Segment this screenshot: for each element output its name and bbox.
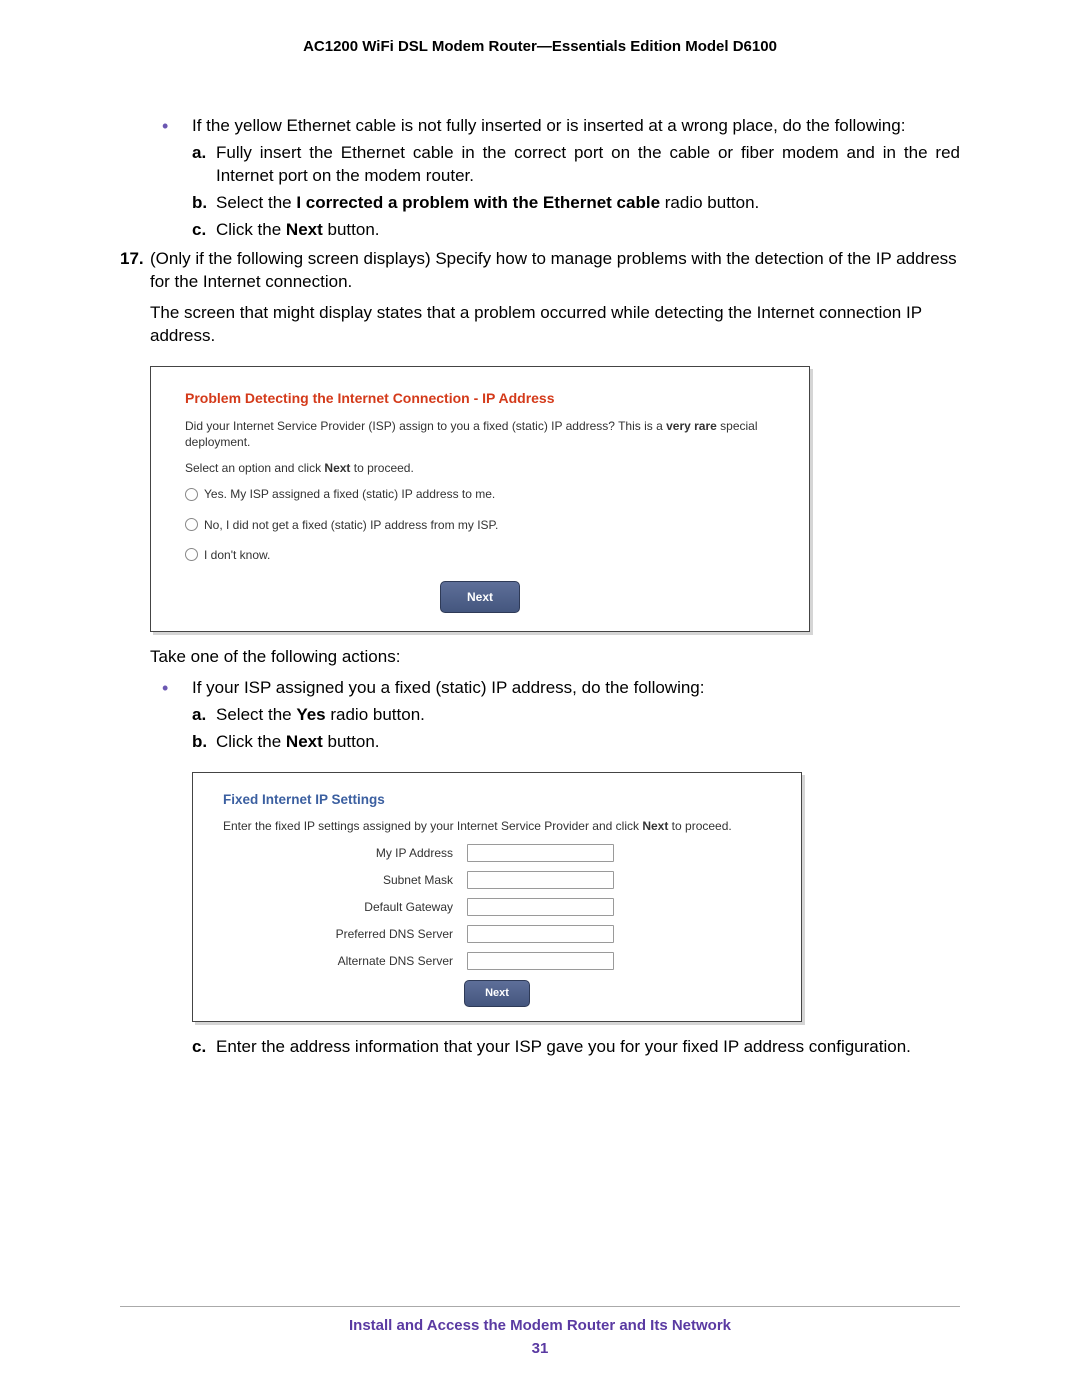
radio-icon [185, 548, 198, 561]
screenshot-ip-problem: Problem Detecting the Internet Connectio… [150, 366, 810, 632]
radio-icon [185, 488, 198, 501]
label-my-ip: My IP Address [223, 845, 467, 861]
radio-label: Yes. My ISP assigned a fixed (static) IP… [204, 486, 495, 502]
sub-label-c: c. [192, 1036, 216, 1059]
step-17-text: (Only if the following screen displays) … [150, 248, 960, 294]
label-alt-dns: Alternate DNS Server [223, 953, 467, 969]
t: button. [323, 220, 380, 239]
t: Select the [216, 193, 296, 212]
shot1-line2: Select an option and click Next to proce… [185, 460, 775, 476]
t-bold: Next [642, 819, 668, 833]
label-gateway: Default Gateway [223, 899, 467, 915]
radio-label: I don't know. [204, 547, 270, 563]
sub-text-a: Select the Yes radio button. [216, 704, 960, 727]
t-bold: Next [286, 732, 323, 751]
t: radio button. [326, 705, 425, 724]
input-subnet[interactable] [467, 871, 614, 889]
radio-option-unknown[interactable]: I don't know. [185, 547, 775, 563]
doc-header: AC1200 WiFi DSL Modem Router—Essentials … [120, 38, 960, 55]
input-gateway[interactable] [467, 898, 614, 916]
label-subnet: Subnet Mask [223, 872, 467, 888]
step-17-para: The screen that might display states tha… [150, 302, 960, 348]
sub-label-a: a. [192, 704, 216, 727]
t: to proceed. [668, 819, 731, 833]
footer-divider [120, 1306, 960, 1307]
t: radio button. [660, 193, 759, 212]
sub-text-c: Enter the address information that your … [216, 1036, 960, 1059]
t: Click the [216, 732, 286, 751]
bullet-icon: • [162, 677, 192, 700]
t: Select an option and click [185, 461, 324, 475]
shot1-line1: Did your Internet Service Provider (ISP)… [185, 418, 775, 450]
t: Click the [216, 220, 286, 239]
shot2-title: Fixed Internet IP Settings [223, 791, 771, 809]
input-alt-dns[interactable] [467, 952, 614, 970]
sub-text-b: Select the I corrected a problem with th… [216, 192, 960, 215]
t: Select the [216, 705, 296, 724]
shot2-intro: Enter the fixed IP settings assigned by … [223, 818, 771, 834]
t-bold: very rare [666, 419, 717, 433]
sub-text-b: Click the Next button. [216, 731, 960, 754]
take-action-text: Take one of the following actions: [150, 646, 960, 669]
t-bold: Next [286, 220, 323, 239]
step-number-17: 17. [120, 248, 150, 294]
t: Did your Internet Service Provider (ISP)… [185, 419, 666, 433]
input-my-ip[interactable] [467, 844, 614, 862]
t: button. [323, 732, 380, 751]
t: to proceed. [350, 461, 413, 475]
bullet-icon: • [162, 115, 192, 138]
next-button[interactable]: Next [440, 581, 520, 613]
radio-icon [185, 518, 198, 531]
t-bold: I corrected a problem with the Ethernet … [296, 193, 660, 212]
sub-label-b: b. [192, 192, 216, 215]
bullet-text: If your ISP assigned you a fixed (static… [192, 677, 960, 700]
radio-label: No, I did not get a fixed (static) IP ad… [204, 517, 498, 533]
bullet-text: If the yellow Ethernet cable is not full… [192, 115, 960, 138]
screenshot-fixed-ip: Fixed Internet IP Settings Enter the fix… [192, 772, 802, 1021]
t: Enter the fixed IP settings assigned by … [223, 819, 642, 833]
footer-title: Install and Access the Modem Router and … [120, 1317, 960, 1334]
page-number: 31 [120, 1340, 960, 1357]
sub-label-b: b. [192, 731, 216, 754]
input-pref-dns[interactable] [467, 925, 614, 943]
radio-option-no[interactable]: No, I did not get a fixed (static) IP ad… [185, 517, 775, 533]
sub-text-c: Click the Next button. [216, 219, 960, 242]
sub-text-a: Fully insert the Ethernet cable in the c… [216, 142, 960, 188]
sub-label-a: a. [192, 142, 216, 188]
sub-label-c: c. [192, 219, 216, 242]
t-bold: Next [324, 461, 350, 475]
radio-option-yes[interactable]: Yes. My ISP assigned a fixed (static) IP… [185, 486, 775, 502]
next-button[interactable]: Next [464, 980, 530, 1007]
t-bold: Yes [296, 705, 325, 724]
label-pref-dns: Preferred DNS Server [223, 926, 467, 942]
shot1-title: Problem Detecting the Internet Connectio… [185, 389, 775, 408]
